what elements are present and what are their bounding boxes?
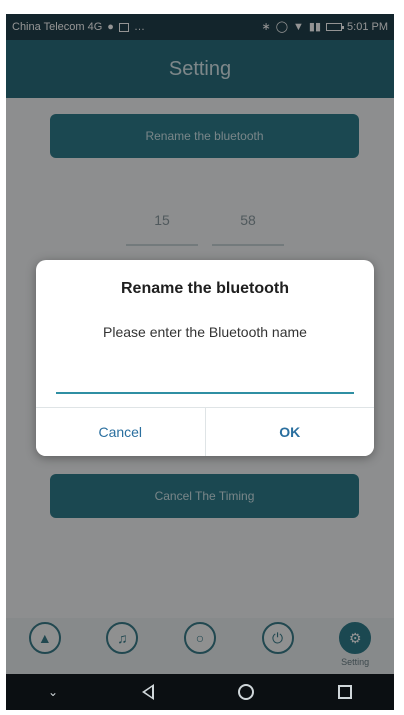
system-nav-bar: ⌄	[6, 674, 394, 710]
rename-dialog: Rename the bluetooth Please enter the Bl…	[36, 260, 374, 456]
dialog-actions: Cancel OK	[36, 407, 374, 456]
dialog-message: Please enter the Bluetooth name	[103, 324, 307, 340]
chevron-down-icon[interactable]: ⌄	[48, 685, 58, 699]
recents-icon[interactable]	[338, 685, 352, 699]
home-icon[interactable]	[238, 684, 255, 700]
ok-button[interactable]: OK	[204, 408, 374, 456]
phone-screen: China Telecom 4G ● … ∗ ◯ ▼ ▮▮ 5:01 PM Se…	[6, 14, 394, 710]
dialog-title: Rename the bluetooth	[120, 280, 289, 297]
back-icon[interactable]	[142, 684, 155, 700]
bluetooth-name-input[interactable]	[56, 368, 354, 394]
cancel-button[interactable]: Cancel	[36, 408, 205, 456]
